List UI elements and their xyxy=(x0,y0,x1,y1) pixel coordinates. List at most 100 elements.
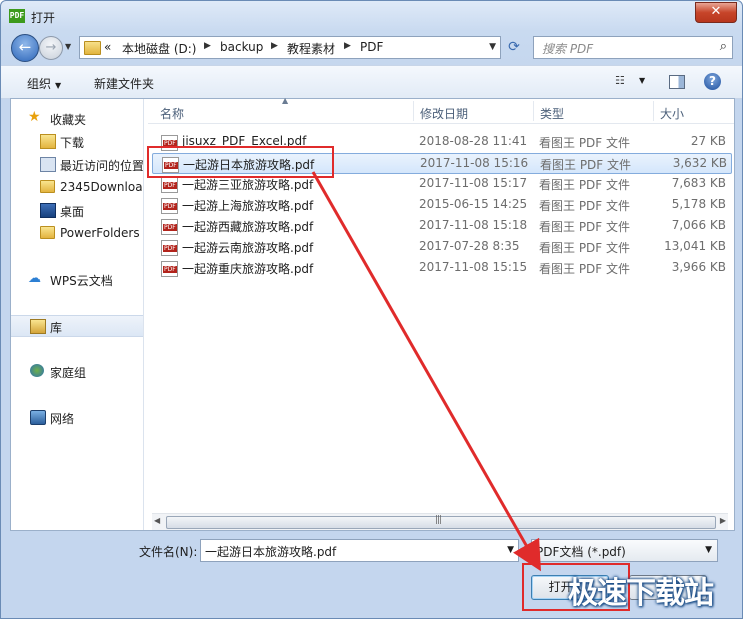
chevron-down-icon[interactable]: ▼ xyxy=(705,545,712,555)
sidebar-item-powerfolders[interactable]: PowerFolders xyxy=(11,223,143,243)
homegroup-icon xyxy=(30,364,44,377)
column-header-size[interactable]: 大小 xyxy=(660,105,684,122)
forward-button[interactable]: → xyxy=(39,36,63,60)
help-icon[interactable]: ? xyxy=(704,73,721,90)
file-date: 2017-11-08 15:17 xyxy=(419,176,528,190)
file-date: 2018-08-28 11:41 xyxy=(419,134,528,148)
sidebar-item-desktop[interactable]: 桌面 xyxy=(11,200,143,220)
file-date: 2015-06-15 14:25 xyxy=(419,197,528,211)
scroll-right-icon[interactable]: ▶ xyxy=(720,516,726,525)
file-row[interactable]: 一起游上海旅游攻略.pdf 2015-06-15 14:25 看图王 PDF 文… xyxy=(152,195,730,215)
file-row[interactable]: 一起游云南旅游攻略.pdf 2017-07-28 8:35 看图王 PDF 文件… xyxy=(152,237,730,257)
file-row[interactable]: 一起游西藏旅游攻略.pdf 2017-11-08 15:18 看图王 PDF 文… xyxy=(152,216,730,236)
view-options-icon[interactable]: ☷ xyxy=(615,75,629,87)
organize-button[interactable]: 组织 ▼ xyxy=(27,75,61,92)
sidebar-item-network[interactable]: 网络 xyxy=(11,407,143,427)
scroll-left-icon[interactable]: ◀ xyxy=(154,516,160,525)
path-segment-backup[interactable]: backup xyxy=(220,40,263,54)
window-title: 打开 xyxy=(31,11,56,25)
search-box[interactable]: 搜索 PDF ⌕ xyxy=(533,36,733,59)
history-dropdown-icon[interactable]: ▼ xyxy=(65,42,71,51)
chevron-right-icon[interactable]: ▶ xyxy=(204,41,211,51)
file-date: 2017-11-08 15:18 xyxy=(419,218,528,232)
pdf-file-icon xyxy=(161,240,178,256)
highlight-box-file xyxy=(147,146,334,178)
file-type-select[interactable]: PDF文档 (*.pdf) ▼ xyxy=(531,539,718,562)
filename-field[interactable]: 一起游日本旅游攻略.pdf ▼ xyxy=(200,539,519,562)
sidebar-item-2345downloads[interactable]: 2345Downloads xyxy=(11,177,143,197)
chevron-right-icon[interactable]: ▶ xyxy=(271,41,278,51)
sidebar-item-label: PowerFolders xyxy=(60,226,140,240)
scrollbar-thumb[interactable]: ||| xyxy=(166,515,716,529)
chevron-down-icon[interactable]: ▼ xyxy=(507,545,514,555)
search-input[interactable]: 搜索 PDF xyxy=(542,40,593,57)
column-divider[interactable] xyxy=(533,101,534,121)
close-button[interactable]: ✕ xyxy=(695,2,737,23)
view-dropdown-icon[interactable]: ▼ xyxy=(639,76,645,85)
path-segment-pdf[interactable]: PDF xyxy=(360,40,383,54)
navigation-pane[interactable]: ★ 收藏夹 下载 最近访问的位置 2345Downloads 桌面 Pow xyxy=(11,99,144,530)
file-size: 5,178 KB xyxy=(671,197,726,211)
file-name: 一起游重庆旅游攻略.pdf xyxy=(182,262,314,276)
content-area: ★ 收藏夹 下载 最近访问的位置 2345Downloads 桌面 Pow xyxy=(10,96,735,531)
file-size: 27 KB xyxy=(690,134,726,148)
sidebar-item-label: 2345Downloads xyxy=(60,180,143,194)
file-size: 7,066 KB xyxy=(671,218,726,232)
column-divider[interactable] xyxy=(413,101,414,121)
column-header-date[interactable]: 修改日期 xyxy=(420,105,468,122)
sidebar-item-homegroup[interactable]: 家庭组 xyxy=(11,361,143,381)
sidebar-item-recent[interactable]: 最近访问的位置 xyxy=(11,154,143,174)
sidebar-item-downloads[interactable]: 下载 xyxy=(11,131,143,151)
file-date: 2017-11-08 15:15 xyxy=(419,260,528,274)
path-segment-drive[interactable]: 本地磁盘 (D:) xyxy=(122,40,196,57)
file-size: 13,041 KB xyxy=(664,239,726,253)
command-bar: 组织 ▼ 新建文件夹 ☷ ▼ ? xyxy=(1,65,742,99)
sidebar-item-label: 下载 xyxy=(60,136,85,150)
column-header-name[interactable]: 名称 xyxy=(160,105,184,122)
library-icon xyxy=(30,319,46,334)
sidebar-item-label: 家庭组 xyxy=(50,366,87,380)
recent-places-icon xyxy=(40,157,56,172)
new-folder-button[interactable]: 新建文件夹 xyxy=(94,75,154,92)
watermark-text: 极速下载站 xyxy=(568,576,714,611)
file-type: 看图王 PDF 文件 xyxy=(539,199,631,213)
folder-icon xyxy=(40,180,55,193)
file-row[interactable]: 一起游重庆旅游攻略.pdf 2017-11-08 15:15 看图王 PDF 文… xyxy=(152,258,730,278)
preview-pane-icon[interactable] xyxy=(669,75,685,89)
sidebar-item-wps-cloud[interactable]: ☁ WPS云文档 xyxy=(11,269,143,289)
filename-label: 文件名(N): xyxy=(139,545,198,559)
column-header-type[interactable]: 类型 xyxy=(540,105,564,122)
path-overflow[interactable]: « xyxy=(104,40,111,54)
address-dropdown-icon[interactable]: ▼ xyxy=(489,42,496,52)
file-date: 2017-11-08 15:16 xyxy=(420,156,529,170)
chevron-right-icon[interactable]: ▶ xyxy=(344,41,351,51)
download-folder-icon xyxy=(40,134,56,149)
title-bar: PDF 打开 ✕ xyxy=(1,1,742,33)
pdf-file-icon xyxy=(161,177,178,193)
path-segment-tutorial[interactable]: 教程素材 xyxy=(287,40,335,57)
file-type: 看图王 PDF 文件 xyxy=(540,158,632,172)
file-name: 一起游云南旅游攻略.pdf xyxy=(182,241,314,255)
sidebar-item-label: 网络 xyxy=(50,412,75,426)
file-size: 7,683 KB xyxy=(671,176,726,190)
address-bar[interactable]: « 本地磁盘 (D:) ▶ backup ▶ 教程素材 ▶ PDF ▼ xyxy=(79,36,501,59)
folder-icon xyxy=(40,226,55,239)
network-icon xyxy=(30,410,46,425)
back-button[interactable]: ← xyxy=(11,34,39,62)
filename-input[interactable]: 一起游日本旅游攻略.pdf xyxy=(205,543,336,560)
horizontal-scrollbar[interactable]: ◀ ||| ▶ xyxy=(152,513,728,530)
search-icon[interactable]: ⌕ xyxy=(720,39,727,54)
sort-ascending-icon: ▲ xyxy=(282,96,289,105)
grip-icon: ||| xyxy=(435,515,442,525)
sidebar-item-favorites[interactable]: ★ 收藏夹 xyxy=(11,108,143,128)
pdf-file-icon xyxy=(161,198,178,214)
navigation-bar: ← → ▼ « 本地磁盘 (D:) ▶ backup ▶ 教程素材 ▶ PDF … xyxy=(1,33,742,62)
back-arrow-icon: ← xyxy=(18,38,32,56)
sidebar-item-label: 最近访问的位置 xyxy=(60,159,144,173)
sidebar-item-libraries[interactable]: 库 xyxy=(11,315,143,337)
pdf-file-icon xyxy=(161,219,178,235)
file-date: 2017-07-28 8:35 xyxy=(419,239,520,253)
file-type-value: PDF文档 (*.pdf) xyxy=(536,545,626,559)
refresh-icon[interactable]: ⟳ xyxy=(504,37,524,57)
column-divider[interactable] xyxy=(653,101,654,121)
